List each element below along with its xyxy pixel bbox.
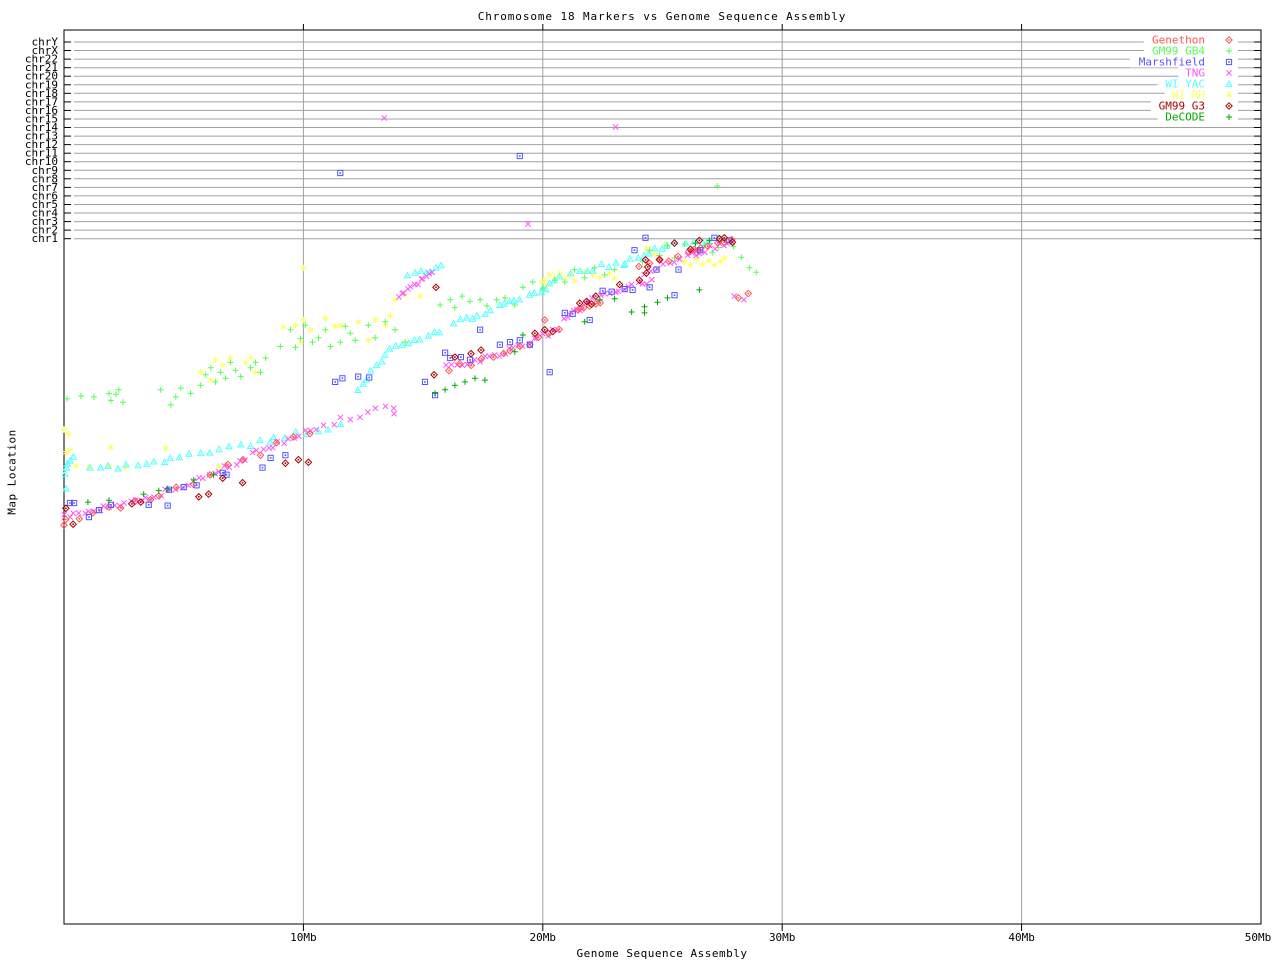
series-gm99-gb4 bbox=[64, 183, 759, 408]
x-tick-label: 40Mb bbox=[1008, 931, 1035, 944]
legend-label: DeCODE bbox=[1165, 111, 1205, 124]
series-wi-rh bbox=[61, 242, 727, 471]
x-tick-label: 30Mb bbox=[769, 931, 796, 944]
x-tick-label: 10Mb bbox=[290, 931, 317, 944]
x-tick-label: 20Mb bbox=[530, 931, 557, 944]
plot-area: chrYchrXchr22chr21chr20chr19chr18chr17ch… bbox=[0, 0, 1280, 960]
series-wi-yac bbox=[62, 235, 722, 491]
plot-frame bbox=[64, 30, 1261, 924]
x-tick-label: 50Mb bbox=[1245, 931, 1272, 944]
series-gm99-g3 bbox=[63, 235, 736, 528]
series-genethon bbox=[61, 237, 752, 529]
chrom-label: chr1 bbox=[32, 232, 59, 245]
series-decode bbox=[85, 237, 713, 505]
